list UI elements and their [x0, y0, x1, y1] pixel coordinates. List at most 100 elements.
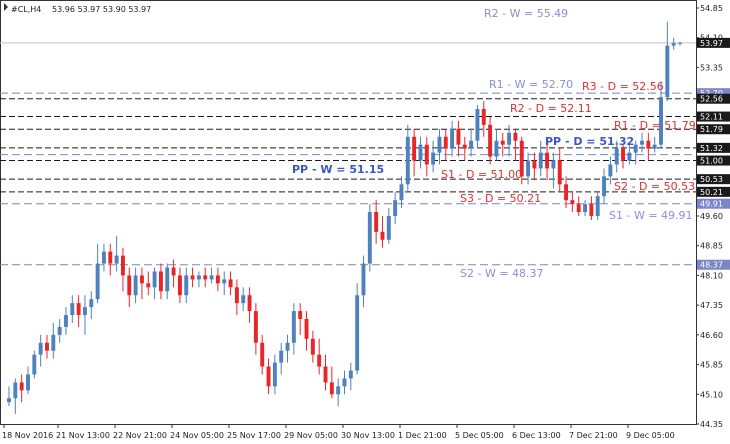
candle-body	[564, 184, 569, 201]
candle-body	[70, 303, 75, 316]
y-tick-label: 44.35	[700, 420, 723, 429]
candle-body	[329, 382, 334, 395]
candle-body	[589, 204, 594, 216]
time-axis[interactable]: 18 Nov 2016 21 Nov 13:00 22 Nov 21:00 24 No…	[2, 424, 675, 440]
candle-body	[203, 275, 208, 280]
candle-body	[386, 216, 391, 240]
y-tick-label: 49.60	[700, 212, 723, 221]
candle-body	[101, 251, 106, 264]
candle-body	[260, 342, 265, 367]
candle-body	[19, 382, 24, 391]
daily-level-tag: 50.21	[700, 188, 723, 197]
ohlc-label: 53.96 53.97 53.90 53.97	[52, 5, 151, 14]
candle-body	[633, 144, 638, 153]
price-chart[interactable]: R2 - W = 55.49 R1 - W = 52.70 PP - W = 51.…	[0, 0, 730, 444]
x-tick-label: 24 Nov 05:00	[170, 431, 224, 440]
chart-header: #CL,H4 53.96 53.97 53.90 53.97	[4, 3, 151, 14]
candle-body	[545, 152, 550, 169]
candle-body	[26, 374, 30, 391]
candle-body	[374, 212, 379, 232]
weekly-level-label: PP - W = 51.15	[292, 163, 384, 176]
candle-body	[165, 267, 170, 292]
x-tick-label: 29 Nov 05:00	[284, 431, 338, 440]
candle-body	[557, 160, 562, 185]
daily-level-tag: 51.79	[700, 125, 723, 134]
candle-body	[241, 295, 246, 304]
x-tick-label: 25 Nov 17:00	[227, 431, 281, 440]
candle-body	[646, 140, 651, 149]
weekly-level-label: R1 - W = 52.70	[489, 78, 573, 91]
daily-level-tag: 52.11	[700, 113, 723, 122]
candle-body	[538, 152, 543, 169]
candle-body	[659, 97, 663, 145]
candle-body	[570, 200, 575, 205]
candle-body	[348, 370, 353, 379]
x-tick-label: 21 Nov 13:00	[56, 431, 110, 440]
x-tick-label: 30 Nov 13:00	[341, 431, 395, 440]
candle-body	[437, 136, 442, 153]
candle-body	[190, 275, 195, 280]
candle-body	[57, 326, 62, 335]
daily-level-label: S1 - D = 51.00	[441, 168, 522, 181]
candle-body	[7, 398, 11, 403]
candle-body	[196, 275, 201, 280]
candle-body	[488, 124, 493, 157]
candle-body	[627, 152, 632, 161]
candle-body	[393, 200, 398, 216]
daily-level-label: R1 - D = 51.79	[614, 119, 696, 132]
candle-body	[285, 342, 290, 351]
candle-body	[494, 140, 499, 157]
candle-body	[45, 342, 49, 351]
candle-body	[323, 366, 328, 383]
candles	[7, 21, 682, 415]
candle-body	[551, 160, 556, 169]
candle-body	[228, 279, 233, 288]
daily-level-tag: 51.00	[700, 157, 723, 166]
x-tick-label: 6 Dec 13:00	[512, 431, 561, 440]
candle-body	[532, 160, 537, 169]
candle-body	[13, 382, 18, 399]
current-price-tag: 53.97	[700, 39, 723, 48]
candle-body	[146, 283, 151, 288]
daily-level-label: S3 - D = 50.21	[460, 192, 541, 205]
daily-level-label: S2 - D = 50.53	[614, 180, 695, 193]
candle-body	[443, 136, 448, 149]
chart-type-icon	[4, 3, 8, 11]
candle-body	[158, 271, 163, 292]
candle-body	[139, 275, 144, 284]
candle-body	[51, 334, 56, 351]
candle-body	[152, 271, 157, 288]
candle-body	[38, 342, 43, 355]
candle-body	[469, 140, 474, 149]
x-tick-label: 1 Dec 21:00	[398, 431, 447, 440]
daily-level-label: PP - D = 51.32	[545, 135, 634, 148]
y-tick-label: 45.10	[700, 390, 723, 399]
candle-body	[418, 144, 423, 161]
candle-body	[209, 275, 214, 280]
candle-body	[133, 275, 138, 296]
candle-body	[355, 295, 360, 371]
x-tick-label: 18 Nov 2016	[2, 431, 53, 440]
candle-body	[108, 251, 113, 264]
daily-level-label: R3 - D = 52.56	[582, 80, 664, 93]
candle-body	[671, 42, 676, 46]
candle-body	[64, 315, 68, 327]
candle-body	[621, 148, 625, 161]
weekly-level-tag: 49.91	[700, 200, 723, 209]
candle-body	[279, 350, 284, 363]
x-tick-label: 9 Dec 05:00	[626, 431, 675, 440]
y-tick-label: 48.10	[700, 271, 723, 280]
candle-body	[266, 366, 271, 387]
daily-level-tag: 51.32	[700, 144, 723, 153]
y-tick-label: 53.35	[700, 63, 723, 72]
candle-body	[304, 319, 309, 339]
candle-body	[234, 287, 239, 304]
pivot-levels: R2 - W = 55.49 R1 - W = 52.70 PP - W = 51.…	[0, 7, 696, 280]
candle-body	[291, 311, 296, 343]
candle-body	[82, 307, 87, 316]
price-axis[interactable]: 54.8554.1053.3549.6048.8548.1047.3546.60…	[696, 4, 730, 429]
y-tick-label: 47.35	[700, 301, 723, 310]
candle-body	[114, 255, 119, 264]
candle-body	[310, 338, 315, 355]
y-tick-label: 46.60	[700, 331, 723, 340]
